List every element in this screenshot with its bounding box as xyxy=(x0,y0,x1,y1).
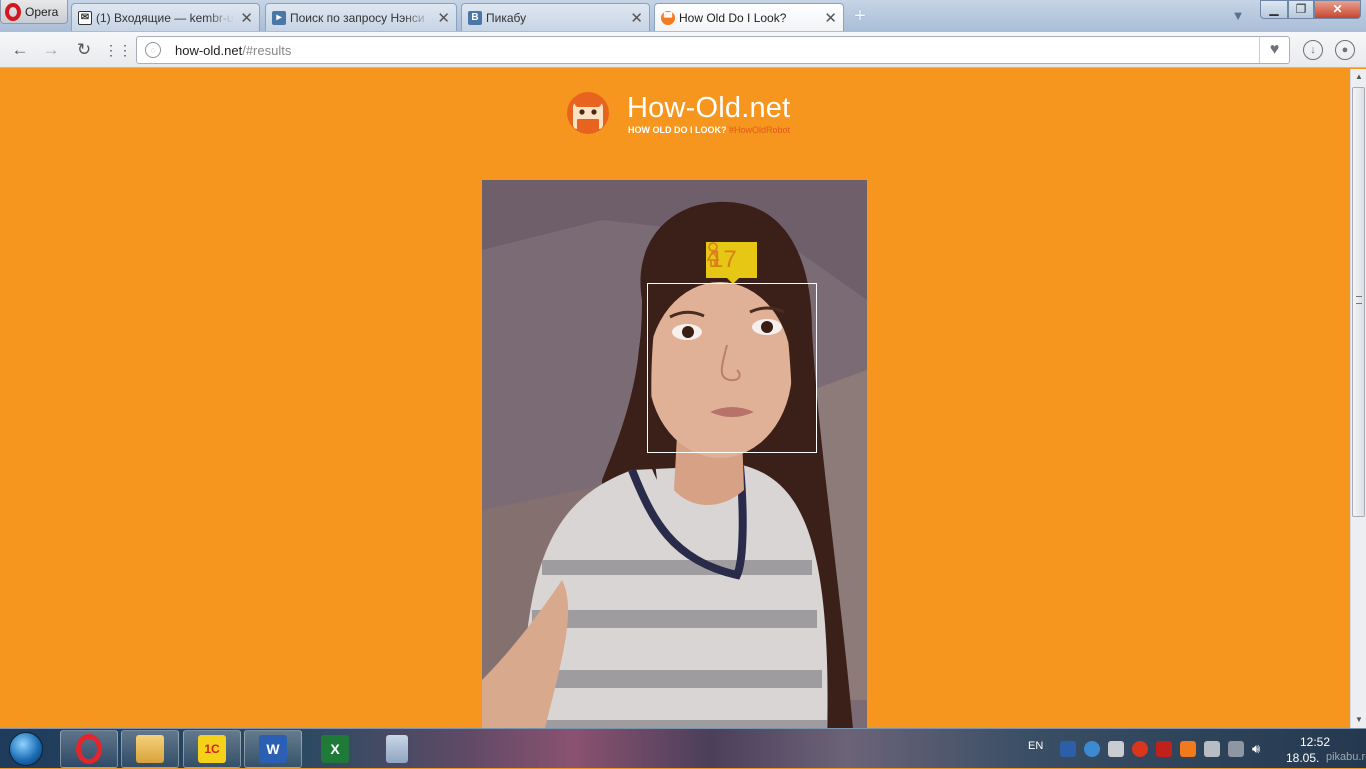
taskbar-excel[interactable]: X xyxy=(306,730,364,768)
site-tagline: HOW OLD DO I LOOK? xyxy=(628,125,727,135)
mail-icon: ✉ xyxy=(78,10,92,25)
close-icon[interactable]: ✕ xyxy=(240,9,253,27)
device-tray-icon[interactable] xyxy=(1204,741,1220,757)
url-host: how-old.net xyxy=(175,42,243,58)
window-minimize-button[interactable]: ▁ xyxy=(1260,0,1288,19)
tab-pikabu[interactable]: B Пикабу ✕ xyxy=(461,3,650,31)
clock-date[interactable]: 18.05. xyxy=(1286,751,1319,765)
search-icon: ▸ xyxy=(272,10,286,25)
windows-taskbar: 1C W X EN 🔊︎ 12:52 18.05. pikabu.ru xyxy=(0,728,1366,768)
teamviewer-tray-icon[interactable] xyxy=(1084,741,1100,757)
word-icon: W xyxy=(259,735,287,763)
age-result-badge: 17 xyxy=(706,242,757,284)
close-icon[interactable]: ✕ xyxy=(824,9,837,27)
network-tray-icon[interactable] xyxy=(1228,741,1244,757)
site-title: How-Old.net xyxy=(627,92,791,124)
close-icon[interactable]: ✕ xyxy=(630,9,643,27)
scroll-down-arrow-icon[interactable]: ▼ xyxy=(1351,712,1366,728)
browser-tab-strip: Opera ✉ (1) Входящие — kembr-ul ✕ ▸ Поис… xyxy=(0,0,1366,32)
windows-logo-icon xyxy=(9,732,43,766)
new-tab-plus-icon[interactable]: + xyxy=(850,6,870,26)
tab-label: Пикабу xyxy=(486,10,527,25)
taskbar-opera[interactable] xyxy=(60,730,118,768)
language-indicator[interactable]: EN xyxy=(1028,740,1043,752)
tab-label: Поиск по запросу Нэнси xyxy=(290,10,425,25)
back-arrow-icon[interactable]: ← xyxy=(8,38,32,62)
site-header: How-Old.net HOW OLD DO I LOOK? #HowOldRo… xyxy=(566,91,806,137)
reload-icon[interactable]: ↻ xyxy=(72,38,96,62)
opera-menu-button[interactable]: Opera xyxy=(0,0,68,24)
opera-icon xyxy=(76,734,102,764)
window-close-button[interactable]: ✕ xyxy=(1314,0,1361,19)
pikabu-watermark: pikabu.ru xyxy=(1326,751,1366,763)
excel-icon: X xyxy=(321,735,349,763)
heart-icon[interactable]: ♥ xyxy=(1259,37,1289,63)
download-icon[interactable]: ↓ xyxy=(1303,40,1323,60)
alert-tray-icon[interactable] xyxy=(1132,741,1148,757)
how-old-robot-logo-icon xyxy=(567,92,609,134)
tab-label: (1) Входящие — kembr-ul xyxy=(96,10,235,25)
face-detection-box xyxy=(647,283,817,453)
start-button[interactable] xyxy=(4,730,48,768)
scroll-thumb[interactable] xyxy=(1352,87,1365,517)
page-content: How-Old.net HOW OLD DO I LOOK? #HowOldRo… xyxy=(0,69,1350,728)
acrobat-tray-icon[interactable] xyxy=(1156,741,1172,757)
taskbar-explorer[interactable] xyxy=(121,730,179,768)
vk-icon: B xyxy=(468,10,482,25)
window-restore-button[interactable]: ❐ xyxy=(1288,0,1314,19)
portrait-photo-illustration xyxy=(482,180,867,728)
tab-menu-icon[interactable]: ▼ xyxy=(1228,8,1248,24)
scroll-grip xyxy=(1356,296,1362,304)
close-icon[interactable]: ✕ xyxy=(437,9,450,27)
account-icon[interactable]: ● xyxy=(1335,40,1355,60)
tab-search[interactable]: ▸ Поиск по запросу Нэнси ✕ xyxy=(265,3,457,31)
system-tray: EN 🔊︎ 12:52 18.05. pikabu.ru xyxy=(1024,729,1366,769)
security-tray-icon[interactable] xyxy=(1060,741,1076,757)
site-subtitle: HOW OLD DO I LOOK? #HowOldRobot xyxy=(628,125,790,135)
tab-label: How Old Do I Look? xyxy=(679,10,787,25)
taskbar-1c[interactable]: 1C xyxy=(183,730,241,768)
result-photo: 17 xyxy=(482,180,867,728)
volume-icon[interactable]: 🔊︎ xyxy=(1252,741,1268,757)
opera-logo-icon xyxy=(5,2,21,21)
page-scrollbar[interactable]: ▲ ▼ xyxy=(1350,69,1366,728)
file-explorer-icon xyxy=(136,735,164,763)
site-hashtag-link[interactable]: #HowOldRobot xyxy=(729,125,790,135)
app-tray-icon[interactable] xyxy=(1180,741,1196,757)
printer-tray-icon[interactable] xyxy=(1108,741,1124,757)
tab-inbox[interactable]: ✉ (1) Входящие — kembr-ul ✕ xyxy=(71,3,260,31)
tab-how-old[interactable]: ◚ How Old Do I Look? ✕ xyxy=(654,3,844,31)
speed-dial-grid-icon[interactable]: ⋮⋮⋮ xyxy=(104,38,146,62)
how-old-robot-icon: ◚ xyxy=(661,10,675,25)
forward-arrow-icon[interactable]: → xyxy=(39,38,63,62)
scroll-up-arrow-icon[interactable]: ▲ xyxy=(1351,69,1366,85)
clock-time[interactable]: 12:52 xyxy=(1300,735,1330,749)
taskbar-calculator[interactable] xyxy=(368,730,426,768)
opera-menu-label: Opera xyxy=(25,4,59,19)
calculator-icon xyxy=(386,735,408,763)
taskbar-word[interactable]: W xyxy=(244,730,302,768)
1c-v8-icon: 1C xyxy=(198,735,226,763)
address-field[interactable]: ◌ how-old.net/#results ♥ xyxy=(136,36,1290,64)
site-info-icon[interactable]: ◌ xyxy=(145,42,161,58)
browser-toolbar: ← → ↻ ⋮⋮⋮ ◌ how-old.net/#results ♥ ↓ ● xyxy=(0,32,1366,68)
url-path: /#results xyxy=(242,42,292,58)
female-icon xyxy=(706,242,720,267)
